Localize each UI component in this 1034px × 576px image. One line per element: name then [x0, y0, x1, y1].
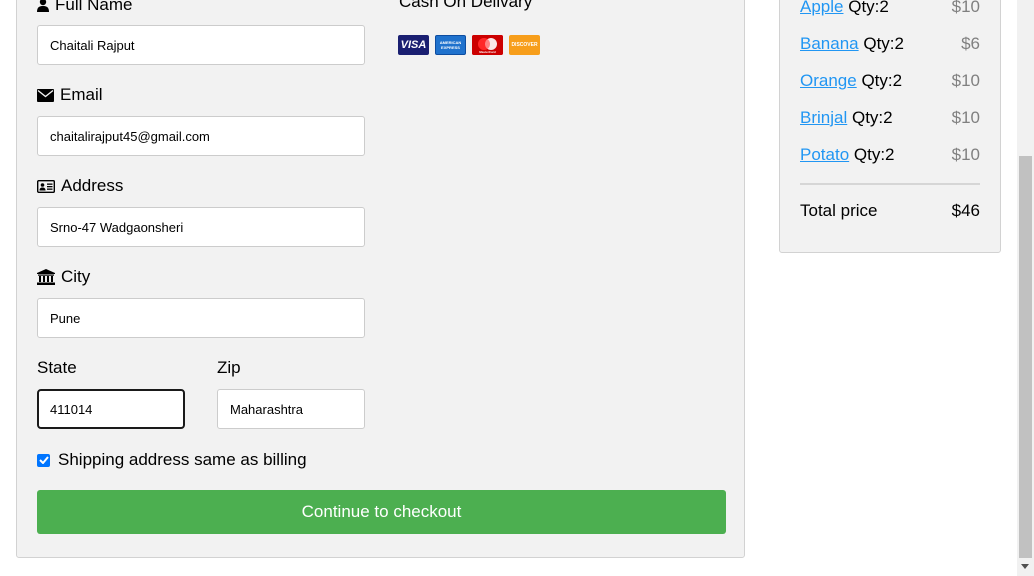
cart-divider — [800, 183, 980, 185]
page-scrollbar[interactable] — [1017, 0, 1034, 576]
city-label-text: City — [61, 267, 91, 286]
scrollbar-thumb[interactable] — [1019, 156, 1032, 558]
mastercard-card-icon: MasterCard — [472, 35, 503, 55]
check-icon — [38, 456, 49, 464]
fullname-label-text: Full Name — [55, 0, 133, 14]
state-input[interactable] — [37, 389, 185, 429]
cart-item-link[interactable]: Potato — [800, 145, 849, 164]
address-input[interactable] — [37, 207, 365, 247]
checkout-page: Full Name Email — [0, 0, 1034, 576]
cart-item-link[interactable]: Brinjal — [800, 108, 847, 127]
cart-item-link[interactable]: Banana — [800, 34, 859, 53]
cart-card: Apple Qty:2 $10 Banana Qty:2 $6 Orange Q… — [779, 0, 1001, 253]
zip-input[interactable] — [217, 389, 365, 429]
payment-label: Cash On Delivary — [399, 0, 533, 11]
shipping-checkbox-label: Shipping address same as billing — [58, 450, 307, 469]
cart-item-price: $10 — [951, 145, 980, 164]
cart-item: Apple Qty:2 $10 — [800, 0, 980, 17]
cart-item: Potato Qty:2 $10 — [800, 145, 980, 165]
cart-item-qty: Qty:2 — [863, 34, 904, 53]
envelope-icon — [37, 88, 54, 102]
amex-card-icon: AMERICAN EXPRESS — [435, 35, 466, 55]
cart-item-qty: Qty:2 — [861, 71, 903, 90]
shipping-same-as-billing[interactable]: Shipping address same as billing — [37, 450, 307, 470]
total-price-row: Total price $46 — [800, 201, 980, 221]
cart-item: Brinjal Qty:2 $10 — [800, 108, 980, 128]
address-label-text: Address — [61, 176, 124, 195]
cart-item-link[interactable]: Orange — [800, 71, 857, 90]
state-label: State — [37, 358, 77, 378]
checkout-form-card: Full Name Email — [16, 0, 745, 558]
user-icon — [37, 0, 49, 12]
email-label-text: Email — [60, 85, 103, 104]
fullname-input[interactable] — [37, 25, 365, 65]
shipping-checkbox[interactable] — [37, 453, 50, 467]
total-price-value: $46 — [951, 201, 980, 220]
accepted-cards: VISA AMERICAN EXPRESS MasterCard DISCOVE… — [398, 35, 540, 55]
cart-item-qty: Qty:2 — [851, 108, 893, 127]
cart-item-qty: Qty:2 — [848, 0, 889, 16]
cart-item-price: $10 — [951, 71, 980, 90]
city-input[interactable] — [37, 298, 365, 338]
zip-label-text: Zip — [217, 358, 241, 377]
continue-to-checkout-button[interactable]: Continue to checkout — [37, 490, 726, 534]
institution-icon — [37, 269, 55, 285]
address-card-icon — [37, 179, 55, 193]
email-input[interactable] — [37, 116, 365, 156]
scroll-down-arrow-icon[interactable] — [1021, 564, 1029, 569]
state-label-text: State — [37, 358, 77, 377]
zip-label: Zip — [217, 358, 241, 378]
discover-card-icon: DISCOVER — [509, 35, 540, 55]
cart-item: Banana Qty:2 $6 — [800, 34, 980, 54]
visa-card-icon: VISA — [398, 35, 429, 55]
cart-item-qty: Qty:2 — [853, 145, 895, 164]
cart-item: Orange Qty:2 $10 — [800, 71, 980, 91]
cart-item-price: $6 — [961, 34, 980, 53]
email-label: Email — [37, 85, 103, 105]
city-label: City — [37, 267, 90, 287]
total-price-label: Total price — [800, 201, 878, 220]
fullname-label: Full Name — [37, 0, 132, 15]
address-label: Address — [37, 176, 123, 196]
cart-item-price: $10 — [951, 0, 980, 16]
cart-item-price: $10 — [951, 108, 980, 127]
cart-item-link[interactable]: Apple — [800, 0, 843, 16]
